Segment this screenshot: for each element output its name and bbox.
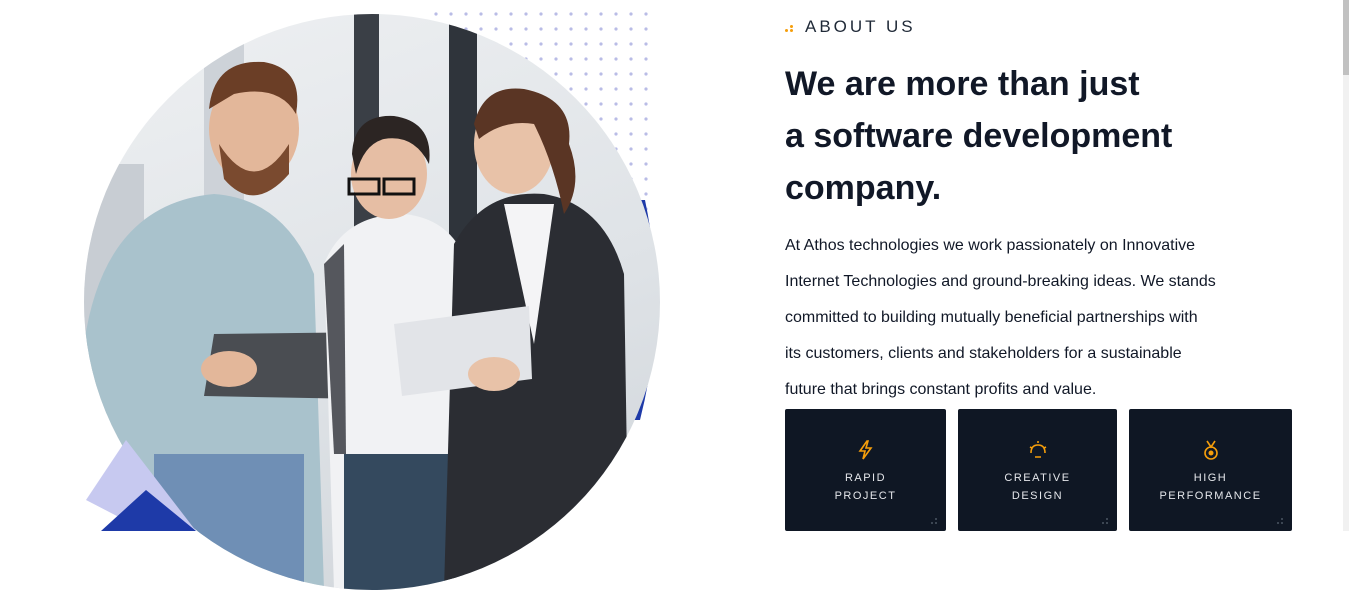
scrollbar-thumb[interactable]	[1343, 0, 1349, 75]
eyebrow-label: ABOUT US	[805, 17, 916, 36]
paragraph-line: committed to building mutually beneficia…	[785, 309, 1198, 326]
headline-line: We are more than just	[785, 65, 1140, 103]
page-title: We are more than just a software develop…	[785, 58, 1305, 214]
paragraph-line: future that brings constant profits and …	[785, 381, 1097, 398]
feature-card-rapid-project[interactable]: RAPID PROJECT	[785, 409, 946, 531]
feature-cards: RAPID PROJECT CREATIVE DESIGN HIGH PERFO…	[785, 409, 1292, 531]
card-label: RAPID PROJECT	[834, 472, 897, 502]
medal-icon	[1203, 440, 1218, 460]
feature-card-creative-design[interactable]: CREATIVE DESIGN	[958, 409, 1117, 531]
corner-dots-icon	[1277, 518, 1283, 524]
hero-image-area	[0, 0, 700, 590]
card-label: CREATIVE DESIGN	[1004, 472, 1071, 502]
corner-dots-icon	[931, 518, 937, 524]
creative-icon	[1029, 441, 1046, 458]
paragraph-line: its customers, clients and stakeholders …	[785, 345, 1182, 362]
corner-dots-icon	[1102, 518, 1108, 524]
headline-line: a software development	[785, 117, 1173, 155]
triangle-decoration	[86, 440, 196, 531]
about-section: ABOUT US We are more than just a softwar…	[785, 0, 1325, 531]
lightning-icon	[857, 440, 873, 460]
paragraph-line: Internet Technologies and ground-breakin…	[785, 273, 1216, 290]
about-paragraph: At Athos technologies we work passionate…	[785, 228, 1285, 408]
dots-icon	[785, 21, 797, 33]
section-eyebrow: ABOUT US	[785, 17, 916, 37]
page-scrollbar[interactable]	[1343, 0, 1349, 531]
paragraph-line: At Athos technologies we work passionate…	[785, 237, 1196, 254]
card-label: HIGH PERFORMANCE	[1159, 472, 1262, 502]
feature-card-high-performance[interactable]: HIGH PERFORMANCE	[1129, 409, 1292, 531]
headline-line: company.	[785, 169, 942, 207]
